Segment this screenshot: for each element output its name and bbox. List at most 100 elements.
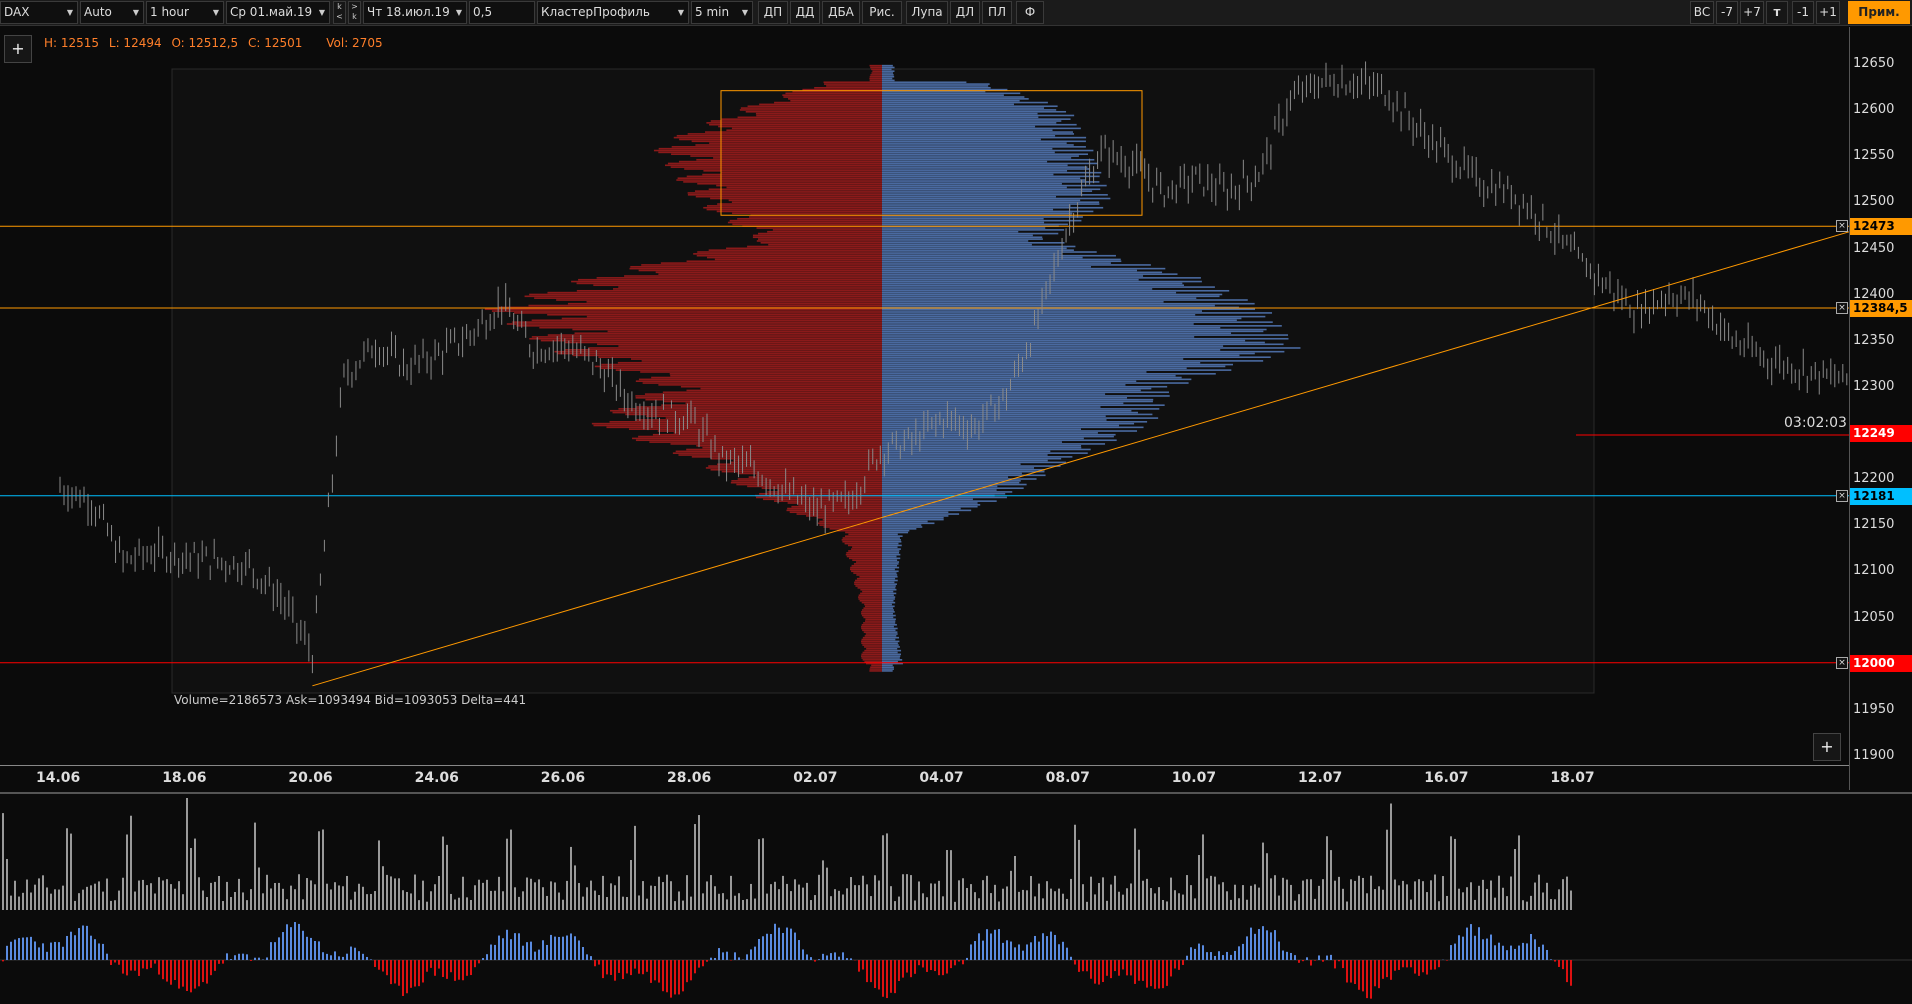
delta-up-bar [966, 957, 968, 960]
volume-bar [1118, 891, 1120, 910]
date-from-picker[interactable]: Ср 01.май.19 ▼ [226, 1, 330, 24]
bid-profile-bar [707, 205, 882, 207]
ask-profile-bar [882, 468, 1045, 471]
step-input[interactable]: 0,5 [469, 1, 535, 24]
time-tick-label: 12.07 [1298, 770, 1343, 786]
delta-up-bar [586, 954, 588, 960]
delta-down-bar [1410, 960, 1412, 968]
delta-down-bar [142, 960, 144, 969]
remove-level-icon[interactable]: × [1836, 301, 1848, 314]
price-axis[interactable] [1849, 27, 1912, 790]
price-level-tag[interactable]: 12181 [1850, 487, 1912, 505]
delta-up-bar [1490, 934, 1492, 960]
price-level-tag[interactable]: 12384,5 [1850, 299, 1912, 317]
bid-profile-bar [756, 227, 882, 229]
delta-down-bar [250, 960, 252, 961]
timeframe-select[interactable]: 1 hour ▼ [146, 1, 224, 24]
delta-up-bar [1278, 941, 1280, 960]
bid-profile-bar [687, 133, 882, 135]
price-level-tag[interactable]: 12249 [1850, 424, 1912, 442]
draw-button[interactable]: Рис. [862, 1, 902, 24]
plus1-button[interactable]: +1 [1816, 1, 1840, 24]
ask-profile-bar [882, 223, 1068, 226]
bc-button[interactable]: BC [1690, 1, 1714, 24]
zoom-in-button[interactable]: + [1813, 733, 1841, 761]
volume-bar [1482, 879, 1484, 910]
time-axis[interactable]: 14.06 18.06 20.06 24.06 26.06 28.06 02.07 04.07… [0, 765, 1849, 790]
delta-up-bar [334, 951, 336, 960]
bid-profile-bar [512, 321, 882, 323]
minus7-button[interactable]: -7 [1716, 1, 1738, 24]
bid-profile-bar [737, 218, 882, 220]
filter-button[interactable]: Ф [1016, 1, 1044, 24]
bid-profile-bar [869, 79, 882, 82]
t-button[interactable]: т [1766, 1, 1788, 24]
ask-profile-bar [882, 273, 1178, 275]
delta-up-bar [734, 952, 736, 960]
bid-profile-bar [713, 157, 882, 159]
bid-profile-bar [819, 520, 882, 523]
date-to-picker[interactable]: Чт 18.июл.19 ▼ [363, 1, 467, 24]
remove-level-icon[interactable]: × [1836, 489, 1848, 502]
delta-down-bar [682, 960, 684, 992]
profile-period-select[interactable]: 5 min ▼ [691, 1, 753, 24]
delta-down-bar [1366, 960, 1368, 999]
price-level-tag[interactable]: 12473 [1850, 218, 1912, 236]
profile-type-select[interactable]: КластерПрофиль ▼ [537, 1, 689, 24]
pl-button[interactable]: ПЛ [982, 1, 1012, 24]
minus1-button[interactable]: -1 [1792, 1, 1814, 24]
add-indicator-button[interactable]: + [4, 35, 32, 63]
volume-bar [1322, 879, 1324, 910]
apply-button[interactable]: Прим. [1848, 1, 1910, 24]
ask-profile-bar [882, 411, 1138, 414]
ask-profile-bar [882, 247, 1067, 250]
ask-profile-bar [882, 345, 1224, 347]
date-to-stepper[interactable]: > k [348, 1, 361, 24]
ask-profile-bar [882, 315, 1266, 318]
dp-button[interactable]: ДП [758, 1, 788, 24]
volume-bar [318, 831, 320, 910]
delta-up-bar [254, 957, 256, 960]
delta-up-bar [1514, 948, 1516, 960]
bid-profile-bar [782, 94, 882, 96]
delta-up-bar [802, 949, 804, 960]
bid-profile-bar [818, 522, 882, 525]
date-from-stepper[interactable]: k < [333, 1, 346, 24]
ask-profile-bar [882, 413, 1153, 416]
delta-up-bar [558, 936, 560, 960]
ask-profile-bar [882, 463, 1021, 466]
plus7-button[interactable]: +7 [1740, 1, 1764, 24]
price-chart[interactable] [0, 27, 1912, 790]
delta-down-bar [182, 960, 184, 987]
ask-profile-bar [882, 134, 1056, 137]
ask-profile-bar [882, 212, 1073, 215]
bid-profile-bar [860, 588, 882, 591]
volume-bar [1290, 884, 1292, 910]
ask-profile-bar [882, 289, 1230, 292]
remove-level-icon[interactable]: × [1836, 656, 1848, 669]
delta-down-bar [1130, 960, 1132, 976]
bid-profile-bar [714, 258, 882, 261]
scale-select[interactable]: Auto ▼ [80, 1, 144, 24]
volume-bar [722, 893, 724, 910]
ask-profile-bar [882, 539, 901, 541]
volume-bar [210, 882, 212, 910]
dba-button[interactable]: ДБА [822, 1, 860, 24]
magnifier-button[interactable]: Лупа [906, 1, 948, 24]
bid-profile-bar [760, 241, 882, 244]
delta-up-bar [714, 957, 716, 960]
volume-bar [1178, 893, 1180, 910]
remove-level-icon[interactable]: × [1836, 220, 1848, 233]
bid-profile-bar [767, 230, 882, 233]
symbol-select[interactable]: DAX ▼ [0, 1, 78, 24]
ask-profile-bar [882, 428, 1082, 430]
dl-button[interactable]: ДЛ [950, 1, 980, 24]
volume-bar [346, 875, 348, 910]
ask-profile-bar [882, 467, 1035, 469]
price-level-tag[interactable]: 12000 [1850, 654, 1912, 672]
ask-profile-bar [882, 352, 1255, 355]
date-to-label: Чт 18.июл.19 [367, 5, 450, 19]
volume-bar [206, 897, 208, 910]
dd-button[interactable]: ДД [790, 1, 820, 24]
ask-profile-bar [882, 188, 1101, 191]
